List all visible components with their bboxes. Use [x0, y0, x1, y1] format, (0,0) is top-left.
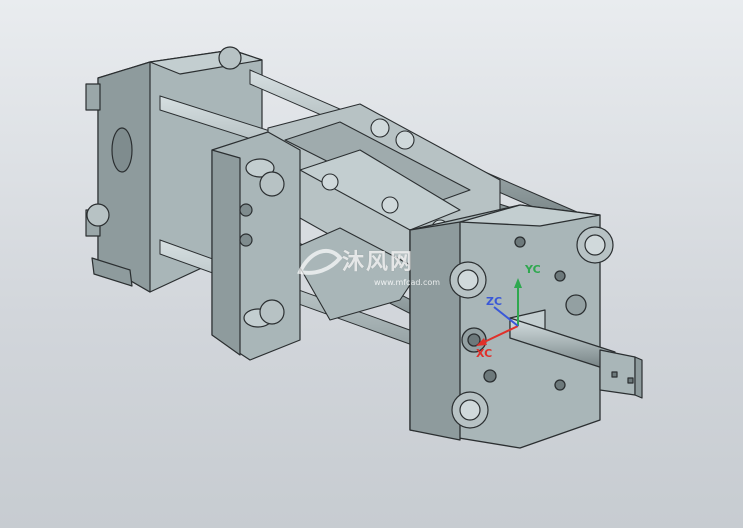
cad-viewport[interactable]: YC ZC XC 沐风网 www.mfcad.com	[0, 0, 743, 528]
watermark-url: www.mfcad.com	[374, 278, 441, 287]
y-axis-label: YC	[525, 263, 541, 276]
watermark-text: 沐风网	[342, 250, 415, 275]
fixed-platen	[409, 204, 601, 449]
x-axis-label: XC	[476, 347, 493, 360]
moving-platen	[211, 131, 301, 361]
z-axis-label: ZC	[486, 295, 503, 308]
